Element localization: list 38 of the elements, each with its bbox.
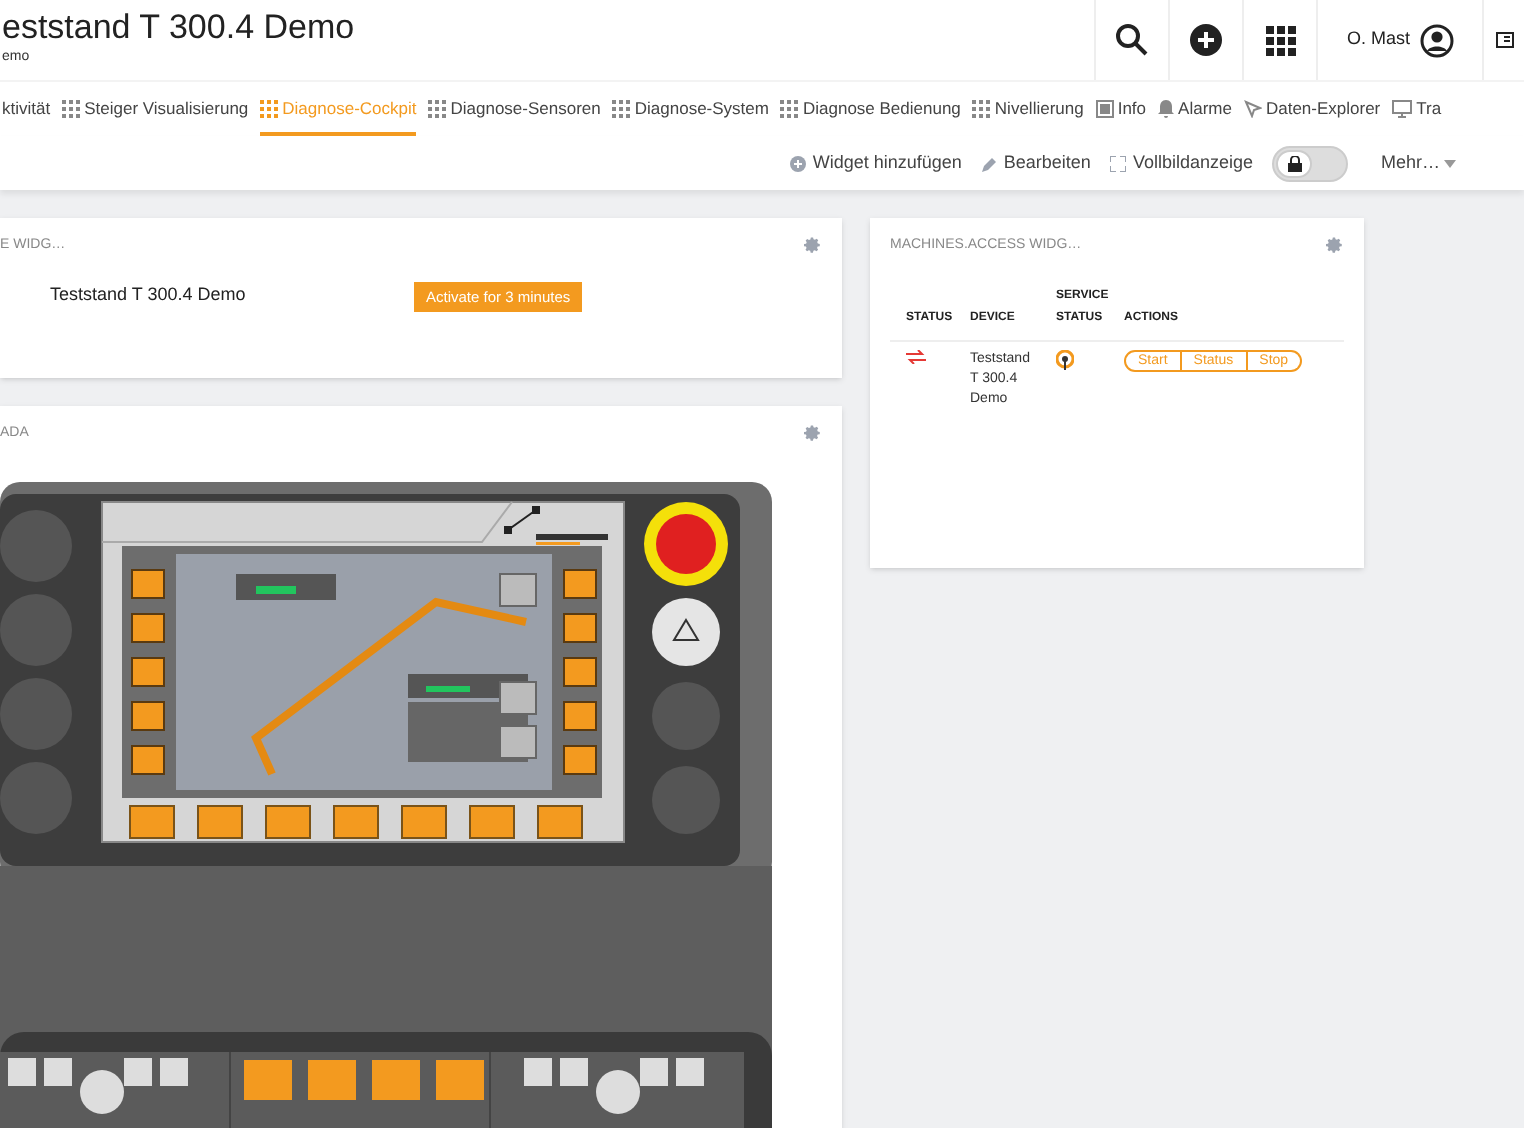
panel-icon bbox=[1495, 32, 1513, 48]
search-icon bbox=[1116, 24, 1149, 56]
grid-icon bbox=[780, 99, 799, 117]
bell-icon bbox=[1158, 99, 1175, 117]
nav-tab[interactable]: Alarme bbox=[1158, 84, 1232, 136]
grid-icon bbox=[972, 99, 991, 117]
monitor-icon bbox=[1392, 99, 1413, 117]
grid-icon bbox=[428, 99, 447, 117]
grid-icon bbox=[62, 99, 81, 117]
more-menu-button[interactable]: Mehr… bbox=[1380, 149, 1456, 177]
caret-icon bbox=[1444, 159, 1456, 167]
lock-toggle[interactable] bbox=[1272, 145, 1349, 181]
toolbar-action[interactable]: Vollbildanzeige bbox=[1110, 149, 1253, 177]
nav-tab[interactable]: Info bbox=[1095, 84, 1147, 136]
plus-circle-icon bbox=[1190, 24, 1223, 56]
expand-icon bbox=[1110, 155, 1127, 171]
device-name: Teststand T 300.4 Demo bbox=[50, 282, 248, 309]
toolbar-action[interactable]: Bearbeiten bbox=[981, 149, 1091, 177]
grid-icon bbox=[260, 99, 279, 117]
nav-tab[interactable]: Tra bbox=[1392, 84, 1442, 136]
service-status-icon bbox=[1056, 349, 1074, 369]
nav-tab[interactable]: Diagnose-System bbox=[612, 84, 769, 136]
grid-icon bbox=[612, 99, 631, 117]
toolbar-action[interactable]: Widget hinzufügen bbox=[790, 149, 962, 177]
nav-tab[interactable]: Diagnose Bedienung bbox=[780, 84, 961, 136]
transfer-arrows-icon bbox=[906, 349, 926, 363]
pointer-icon bbox=[1243, 99, 1262, 117]
pencil-icon bbox=[981, 155, 998, 171]
apps-grid-icon bbox=[1265, 25, 1296, 55]
nav-tab[interactable]: Daten-Explorer bbox=[1243, 84, 1381, 136]
nav-tab[interactable]: ktivität bbox=[2, 84, 51, 136]
nav-tab[interactable]: Steiger Visualisierung bbox=[62, 84, 249, 136]
square-icon bbox=[1095, 99, 1114, 117]
plus-circle-icon bbox=[790, 155, 807, 171]
user-avatar-icon bbox=[1420, 23, 1454, 57]
nav-tab[interactable]: Diagnose-Sensoren bbox=[428, 84, 601, 136]
page-title: eststand T 300.4 Demo bbox=[2, 8, 357, 48]
nav-tab[interactable]: Nivellierung bbox=[972, 84, 1084, 136]
